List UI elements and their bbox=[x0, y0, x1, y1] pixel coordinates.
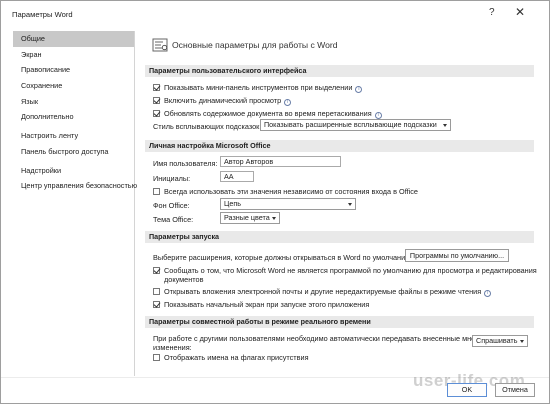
chevron-down-icon bbox=[272, 217, 276, 220]
share-changes-select[interactable]: Спрашивать bbox=[472, 335, 528, 347]
dialog-title: Параметры Word bbox=[12, 10, 73, 19]
update-drag-checkbox[interactable] bbox=[153, 110, 160, 117]
open-email-checkbox[interactable] bbox=[153, 288, 160, 295]
username-label: Имя пользователя: bbox=[153, 159, 218, 168]
mini-toolbar-checkbox[interactable] bbox=[153, 84, 160, 91]
settings-page-icon bbox=[152, 38, 168, 52]
office-theme-select[interactable]: Разные цвета bbox=[220, 212, 280, 224]
show-names-checkbox[interactable] bbox=[153, 354, 160, 361]
notify-default-checkbox[interactable] bbox=[153, 267, 160, 274]
section-startup: Параметры запуска bbox=[145, 231, 534, 243]
title-bar: Параметры Word ? ✕ bbox=[1, 1, 549, 27]
notify-default-option[interactable]: Сообщать о том, что Microsoft Word не яв… bbox=[153, 266, 537, 275]
section-ui-options: Параметры пользовательского интерфейса bbox=[145, 65, 534, 77]
sidebar-item-save[interactable]: Сохранение bbox=[13, 78, 134, 94]
notify-default-label-cont: документов bbox=[164, 275, 204, 284]
options-main-pane: Основные параметры для работы с Word Пар… bbox=[142, 31, 540, 376]
info-icon: i bbox=[374, 112, 382, 119]
initials-label: Инициалы: bbox=[153, 174, 191, 183]
sidebar-item-quick-access[interactable]: Панель быстрого доступа bbox=[13, 144, 134, 160]
always-use-checkbox[interactable] bbox=[153, 188, 160, 195]
share-changes-label-cont: изменения: bbox=[153, 343, 192, 352]
show-names-label: Отображать имена на флагах присутствия bbox=[164, 353, 309, 362]
open-email-label: Открывать вложения электронной почты и д… bbox=[164, 287, 482, 296]
open-email-option[interactable]: Открывать вложения электронной почты и д… bbox=[153, 287, 492, 297]
office-theme-label: Тема Office: bbox=[153, 215, 194, 224]
live-preview-option[interactable]: Включить динамический просмотр i bbox=[153, 96, 292, 106]
info-icon: i bbox=[355, 86, 363, 93]
mini-toolbar-option[interactable]: Показывать мини-панель инструментов при … bbox=[153, 83, 363, 93]
always-use-label: Всегда использовать эти значения независ… bbox=[164, 187, 418, 196]
office-background-value: Цепь bbox=[224, 199, 241, 208]
live-preview-checkbox[interactable] bbox=[153, 97, 160, 104]
office-background-label: Фон Office: bbox=[153, 201, 190, 210]
ok-button[interactable]: OK bbox=[447, 383, 487, 397]
mini-toolbar-label: Показывать мини-панель инструментов при … bbox=[164, 83, 353, 92]
tooltip-style-select[interactable]: Показывать расширенные всплывающие подск… bbox=[260, 119, 451, 131]
sidebar-item-proofing[interactable]: Правописание bbox=[13, 62, 134, 78]
close-button[interactable]: ✕ bbox=[515, 5, 525, 19]
page-title: Основные параметры для работы с Word bbox=[172, 40, 338, 50]
options-sidebar: Общие Экран Правописание Сохранение Язык… bbox=[13, 31, 137, 376]
tooltip-style-label: Стиль всплывающих подсказок: bbox=[153, 122, 262, 131]
info-icon: i bbox=[284, 99, 292, 106]
chevron-down-icon bbox=[520, 340, 524, 343]
office-theme-value: Разные цвета bbox=[224, 213, 270, 222]
info-icon: i bbox=[484, 290, 492, 297]
sidebar-item-language[interactable]: Язык bbox=[13, 94, 134, 110]
tooltip-style-value: Показывать расширенные всплывающие подск… bbox=[264, 120, 437, 129]
live-preview-label: Включить динамический просмотр bbox=[164, 96, 282, 105]
office-background-select[interactable]: Цепь bbox=[220, 198, 356, 210]
username-field[interactable]: Автор Авторов bbox=[220, 156, 341, 167]
show-start-screen-label: Показывать начальный экран при запуске э… bbox=[164, 300, 370, 309]
show-start-screen-checkbox[interactable] bbox=[153, 301, 160, 308]
word-options-dialog: Параметры Word ? ✕ Общие Экран Правописа… bbox=[0, 0, 550, 404]
update-drag-label: Обновлять содержимое документа во время … bbox=[164, 109, 372, 118]
cancel-button[interactable]: Отмена bbox=[495, 383, 535, 397]
chevron-down-icon bbox=[348, 203, 352, 206]
choose-extensions-label: Выберите расширения, которые должны откр… bbox=[153, 253, 413, 262]
sidebar-item-general[interactable]: Общие bbox=[13, 31, 134, 47]
share-changes-label: При работе с другими пользователями необ… bbox=[153, 334, 480, 343]
sidebar-item-addins[interactable]: Надстройки bbox=[13, 163, 134, 179]
always-use-option[interactable]: Всегда использовать эти значения независ… bbox=[153, 187, 418, 196]
chevron-down-icon bbox=[443, 124, 447, 127]
show-start-screen-option[interactable]: Показывать начальный экран при запуске э… bbox=[153, 300, 369, 309]
sidebar-item-trust-center[interactable]: Центр управления безопасностью bbox=[13, 178, 137, 194]
show-names-option[interactable]: Отображать имена на флагах присутствия bbox=[153, 353, 309, 362]
sidebar-item-display[interactable]: Экран bbox=[13, 47, 134, 63]
section-personalize: Личная настройка Microsoft Office bbox=[145, 140, 534, 152]
update-drag-option[interactable]: Обновлять содержимое документа во время … bbox=[153, 109, 382, 119]
notify-default-label: Сообщать о том, что Microsoft Word не яв… bbox=[164, 266, 537, 275]
default-programs-button[interactable]: Программы по умолчанию... bbox=[405, 249, 509, 262]
share-changes-value: Спрашивать bbox=[476, 336, 518, 345]
sidebar-item-advanced[interactable]: Дополнительно bbox=[13, 109, 134, 125]
initials-field[interactable]: АА bbox=[220, 171, 254, 182]
help-button[interactable]: ? bbox=[489, 7, 495, 18]
section-coauthoring: Параметры совместной работы в режиме реа… bbox=[145, 316, 534, 328]
sidebar-item-customize-ribbon[interactable]: Настроить ленту bbox=[13, 128, 134, 144]
